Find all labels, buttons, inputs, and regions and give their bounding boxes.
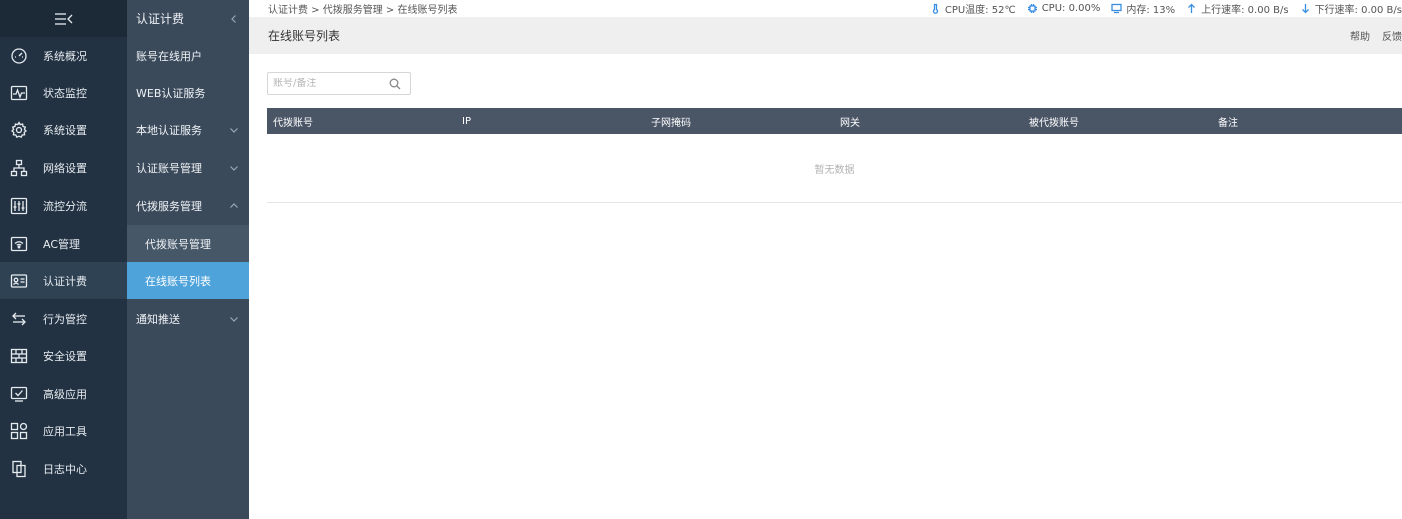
sidebar-item-label: 应用工具 [43,424,87,438]
sidebar: 系统概况 状态监控 系统设置 网络设置 流控分流 AC管理 认证计费 行为管控 … [0,0,127,519]
submenu-item-online-users[interactable]: 账号在线用户 [127,37,249,74]
sidebar-item-label: 安全设置 [43,349,87,363]
submenu-item-label: 代拨账号管理 [145,237,211,251]
arrows-swap-icon [9,309,29,329]
sidebar-item-label: 系统概况 [43,49,87,63]
dashboard-icon [9,46,29,66]
sidebar-item-auth-billing[interactable]: 认证计费 [0,262,127,299]
arrow-down-icon [1301,4,1309,14]
help-link[interactable]: 帮助 [1350,28,1370,43]
submenu-item-web-auth[interactable]: WEB认证服务 [127,74,249,111]
table-empty-state: 暂无数据 [267,134,1402,203]
column-header-dial-account[interactable]: 代拨账号 [267,114,456,129]
search-box [267,72,411,95]
chevron-left-icon[interactable] [229,14,239,24]
sidebar-item-label: 系统设置 [43,123,87,137]
submenu-item-label: 账号在线用户 [136,49,202,63]
search-input[interactable] [273,78,389,89]
column-header-ip[interactable]: IP [456,116,645,127]
submenu-item-dial-service[interactable]: 代拨服务管理 [127,187,249,224]
cpu-stat: CPU: 0.00% [1027,3,1101,14]
apps-grid-icon [9,421,29,441]
sidebar-item-label: 行为管控 [43,312,87,326]
column-header-gateway[interactable]: 网关 [834,114,1023,129]
sidebar-item-behavior-control[interactable]: 行为管控 [0,300,127,337]
wifi-router-icon [9,234,29,254]
sidebar-item-flow-control[interactable]: 流控分流 [0,187,127,224]
submenu-item-label: 通知推送 [136,312,180,326]
page-title: 在线账号列表 [268,29,341,43]
column-header-dialed-account[interactable]: 被代拨账号 [1023,114,1212,129]
submenu-item-label: WEB认证服务 [136,86,206,100]
submenu-item-label: 在线账号列表 [145,274,211,288]
sliders-icon [9,196,29,216]
memory-stat: 内存: 13% [1111,1,1175,16]
submenu-item-online-accounts[interactable]: 在线账号列表 [127,262,249,299]
sidebar-item-ac-management[interactable]: AC管理 [0,225,127,262]
sidebar-item-log-center[interactable]: 日志中心 [0,450,127,487]
monitor-pulse-icon [9,83,29,103]
sidebar-item-label: AC管理 [43,237,81,251]
menu-collapse-icon [54,12,72,25]
sidebar-item-label: 状态监控 [43,86,87,100]
submenu-header: 认证计费 [127,0,249,37]
breadcrumb: 认证计费 > 代拨服务管理 > 在线账号列表 [268,5,458,16]
cpu-chip-icon [1027,4,1037,13]
document-copy-icon [9,459,29,479]
download-stat: 下行速率: 0.00 B/s [1300,1,1402,16]
page-header: 在线账号列表 帮助 反馈 [249,17,1402,54]
upload-value: 上行速率: 0.00 B/s [1201,5,1289,16]
checkbox-window-icon [9,384,29,404]
sidebar-item-label: 日志中心 [43,462,87,476]
upload-stat: 上行速率: 0.00 B/s [1186,1,1289,16]
sidebar-item-label: 流控分流 [43,199,87,213]
online-accounts-table: 代拨账号 IP 子网掩码 网关 被代拨账号 备注 暂无数据 [267,108,1402,203]
submenu-item-label: 代拨服务管理 [136,199,202,213]
system-stats: CPU温度: 52℃ CPU: 0.00% 内存: 13% 上行速率: 0.00… [919,1,1402,16]
submenu-item-dial-accounts[interactable]: 代拨账号管理 [127,225,249,262]
arrow-up-icon [1188,3,1196,13]
memory-value: 内存: 13% [1126,5,1176,16]
sidebar-item-system-settings[interactable]: 系统设置 [0,111,127,148]
chevron-down-icon [230,127,238,133]
gear-icon [9,120,29,140]
sidebar-item-system-overview[interactable]: 系统概况 [0,37,127,74]
id-card-icon [9,271,29,291]
sidebar-item-label: 认证计费 [43,274,87,288]
chevron-down-icon [230,165,238,171]
submenu-item-account-management[interactable]: 认证账号管理 [127,149,249,186]
submenu-item-label: 认证账号管理 [136,161,202,175]
sidebar-item-network-settings[interactable]: 网络设置 [0,149,127,186]
submenu-item-local-auth[interactable]: 本地认证服务 [127,111,249,148]
submenu-item-notifications[interactable]: 通知推送 [127,300,249,337]
column-header-remark[interactable]: 备注 [1212,114,1401,129]
sidebar-item-advanced-apps[interactable]: 高级应用 [0,375,127,412]
sidebar-item-security-settings[interactable]: 安全设置 [0,337,127,374]
chevron-up-icon [230,202,238,208]
top-status-bar: 认证计费 > 代拨服务管理 > 在线账号列表 CPU温度: 52℃ CPU: 0… [249,0,1402,17]
feedback-link[interactable]: 反馈 [1382,28,1402,43]
empty-text: 暂无数据 [814,164,855,176]
network-icon [9,158,29,178]
submenu-title: 认证计费 [136,12,185,26]
submenu-item-label: 本地认证服务 [136,123,202,137]
chevron-down-icon [230,316,238,322]
memory-monitor-icon [1111,3,1122,14]
sidebar-item-label: 网络设置 [43,161,87,175]
cpu-value: CPU: 0.00% [1041,3,1101,14]
search-icon[interactable] [389,78,401,90]
menu-toggle-button[interactable] [0,0,127,37]
cpu-temp-stat: CPU温度: 52℃ [930,1,1016,16]
download-value: 下行速率: 0.00 B/s [1314,5,1402,16]
submenu: 认证计费 账号在线用户 WEB认证服务 本地认证服务 认证账号管理 代拨服务管理… [127,0,249,519]
sidebar-item-label: 高级应用 [43,387,87,401]
sidebar-item-app-tools[interactable]: 应用工具 [0,412,127,449]
sidebar-item-status-monitor[interactable]: 状态监控 [0,74,127,111]
cpu-temp-value: CPU温度: 52℃ [944,5,1016,16]
thermometer-icon [932,3,938,14]
table-header: 代拨账号 IP 子网掩码 网关 被代拨账号 备注 [267,108,1402,134]
firewall-icon [9,346,29,366]
header-links: 帮助 反馈 [1338,28,1402,43]
column-header-subnet-mask[interactable]: 子网掩码 [645,114,834,129]
